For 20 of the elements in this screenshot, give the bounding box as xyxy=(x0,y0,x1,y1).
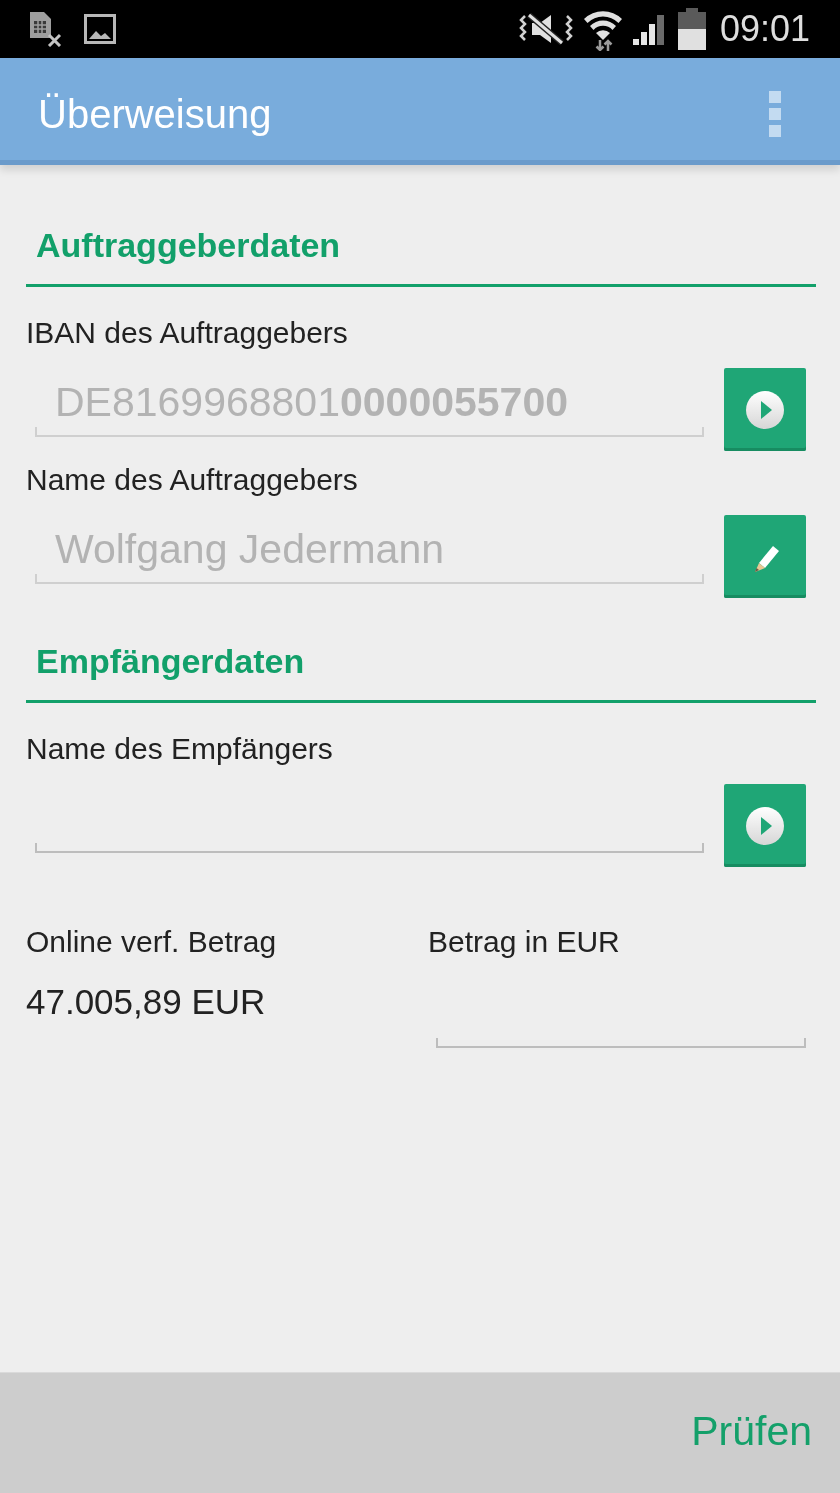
image-icon xyxy=(84,14,116,44)
field-label: Name des Auftraggebers xyxy=(26,462,359,498)
clock-time: 09:01 xyxy=(719,8,810,50)
section-title: Empfängerdaten xyxy=(35,641,306,681)
field-label: Name des Empfängers xyxy=(26,731,334,767)
available-amount: 47.005,89 EUR xyxy=(26,981,267,1023)
screen-title: Überweisung xyxy=(38,91,272,138)
check-button[interactable]: Prüfen xyxy=(675,1397,828,1465)
play-icon xyxy=(746,806,784,845)
play-button[interactable] xyxy=(724,784,806,867)
amount-label: Betrag in EUR xyxy=(428,924,621,960)
edit-button[interactable] xyxy=(724,515,806,598)
muted-speaker-icon xyxy=(517,12,574,46)
section-title: Auftraggeberdaten xyxy=(35,225,342,265)
play-icon xyxy=(746,390,784,429)
sim-card-icon xyxy=(28,11,62,47)
play-button[interactable] xyxy=(724,368,806,451)
field-label: IBAN des Auftraggebers xyxy=(26,315,349,351)
battery-icon xyxy=(676,8,707,50)
available-amount-label: Online verf. Betrag xyxy=(26,924,278,960)
